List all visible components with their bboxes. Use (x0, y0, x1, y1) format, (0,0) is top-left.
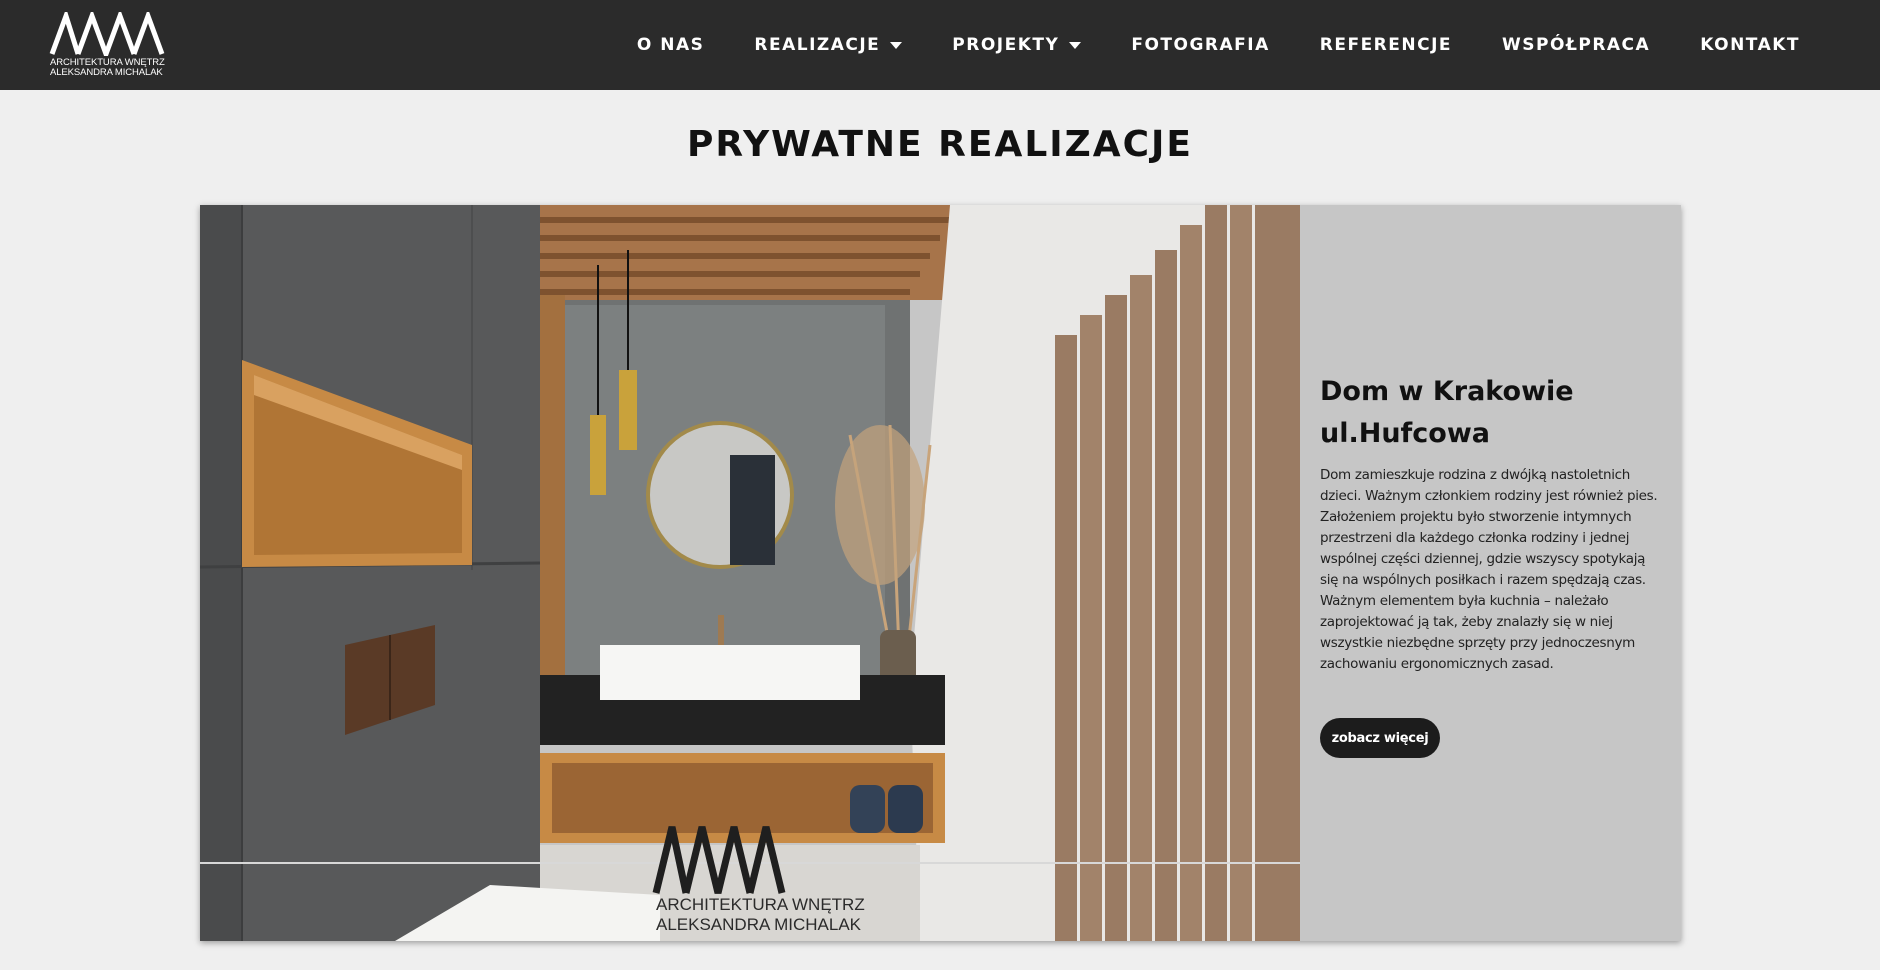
nav-item-referencje[interactable]: REFERENCJE (1320, 35, 1452, 55)
nav-item-label: REFERENCJE (1319, 35, 1453, 55)
nav-item-o-nas[interactable]: O NAS (637, 35, 705, 55)
see-more-button[interactable]: zobacz więcej (1320, 718, 1440, 758)
bathroom-illustration (200, 205, 1300, 941)
nav-item-kontakt[interactable]: KONTAKT (1700, 35, 1800, 55)
project-title: Dom w Krakowie ul.Hufcowa (1320, 376, 1574, 449)
site-header: ARCHITEKTURA WNĘTRZ ALEKSANDRA MICHALAK … (0, 0, 1880, 90)
nav-item-fotografia[interactable]: FOTOGRAFIA (1131, 35, 1269, 55)
main-nav: O NAS REALIZACJE PROJEKTY FOTOGRAFIA REF… (637, 0, 1800, 90)
page-title: PRYWATNE REALIZACJE (686, 124, 1194, 165)
nav-item-label: REALIZACJE (754, 35, 881, 55)
nav-item-label: KONTAKT (1700, 35, 1800, 55)
nav-item-label: FOTOGRAFIA (1131, 35, 1270, 55)
nav-item-label: WSPÓŁPRACA (1502, 35, 1651, 55)
project-card: ARCHITEKTURA WNĘTRZ ALEKSANDRA MICHALAK … (200, 205, 1681, 941)
project-photo[interactable]: ARCHITEKTURA WNĘTRZ ALEKSANDRA MICHALAK (200, 205, 1300, 941)
nav-item-label: PROJEKTY (952, 35, 1060, 55)
project-info-panel: Dom w Krakowie ul.Hufcowa Dom zamieszkuj… (1300, 205, 1681, 941)
logo-mark-icon (49, 12, 165, 56)
nav-item-wspolpraca[interactable]: WSPÓŁPRACA (1502, 35, 1650, 55)
project-description: Dom zamieszkuje rodzina z dwójką nastole… (1320, 467, 1658, 672)
nav-item-projekty[interactable]: PROJEKTY (952, 35, 1082, 55)
logo[interactable]: ARCHITEKTURA WNĘTRZ ALEKSANDRA MICHALAK (48, 12, 166, 80)
watermark-text-line2: ALEKSANDRA MICHALAK (656, 915, 862, 934)
nav-item-realizacje[interactable]: REALIZACJE (754, 35, 903, 55)
nav-item-label: O NAS (636, 35, 705, 55)
watermark-text-line1: ARCHITEKTURA WNĘTRZ (656, 895, 865, 914)
logo-text-line2: ALEKSANDRA MICHALAK (50, 67, 163, 78)
caret-down-icon (1069, 41, 1082, 49)
caret-down-icon (890, 41, 903, 49)
